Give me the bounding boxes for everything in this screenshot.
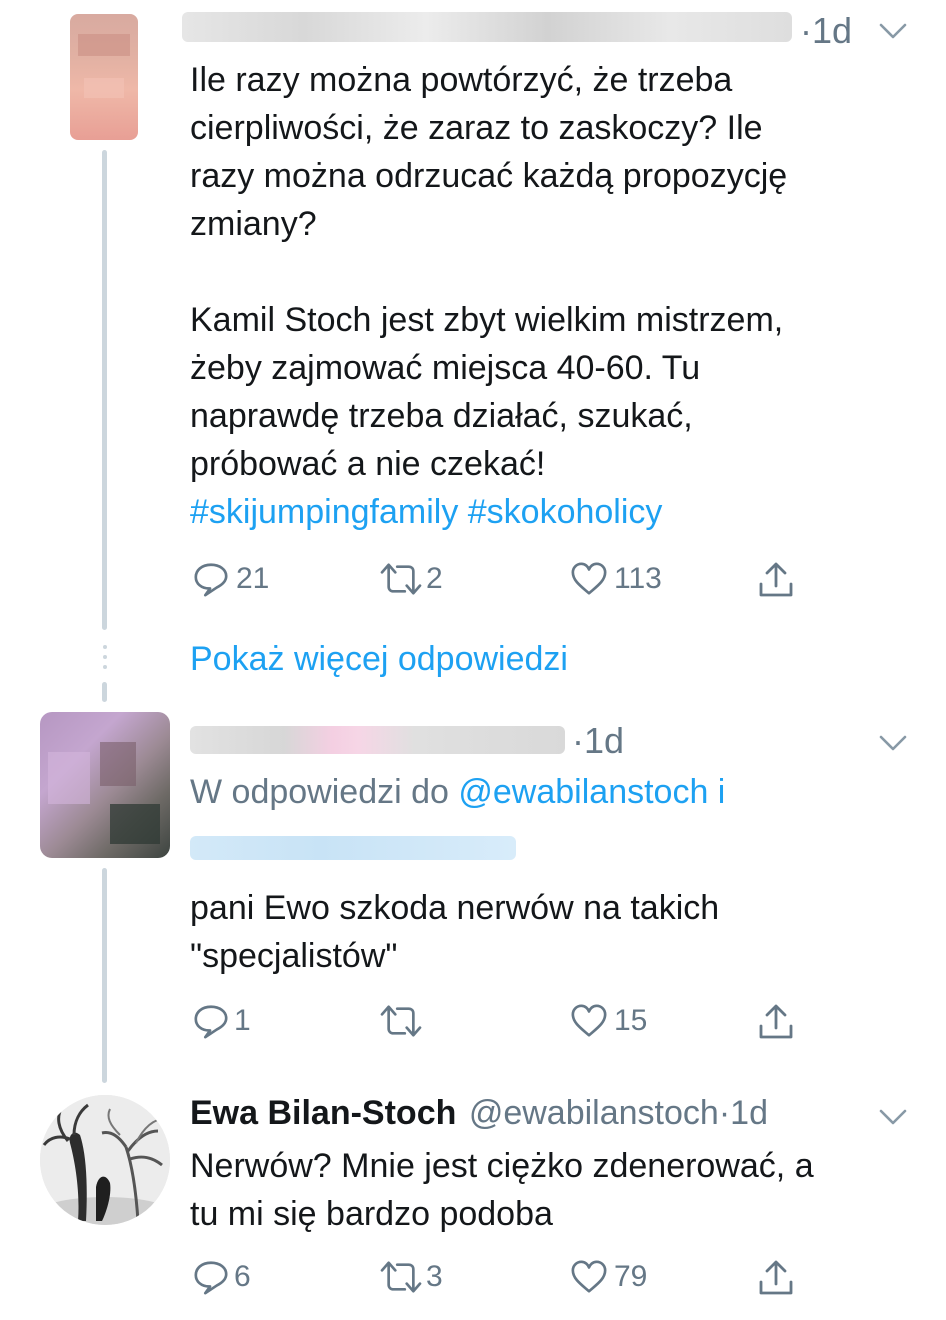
show-more-replies-link[interactable]: Pokaż więcej odpowiedzi (190, 640, 568, 679)
retweet-button[interactable]: 3 (378, 1258, 443, 1296)
author-name[interactable]: Ewa Bilan-Stoch (190, 1094, 456, 1132)
reply-button[interactable]: 21 (192, 560, 269, 598)
reply-count: 21 (236, 562, 270, 595)
avatar[interactable] (40, 712, 170, 858)
share-button[interactable] (756, 1258, 796, 1298)
share-icon (756, 1002, 796, 1042)
reply-button[interactable]: 1 (192, 1002, 251, 1040)
tweet-text: pani Ewo szkoda nerwów na takich "specja… (190, 884, 920, 980)
mentioned-handle-redacted (190, 836, 516, 860)
chevron-down-icon[interactable] (878, 734, 908, 752)
reply-to-handle[interactable]: @ewabilanstoch i (458, 773, 725, 811)
chevron-down-icon[interactable] (878, 1108, 908, 1126)
retweet-icon (378, 1258, 424, 1296)
share-button[interactable] (756, 1002, 796, 1042)
retweet-icon (378, 560, 424, 598)
avatar-image (40, 1095, 170, 1225)
avatar[interactable] (40, 1095, 170, 1225)
avatar[interactable] (70, 14, 138, 140)
share-icon (756, 560, 796, 600)
thread-dots (103, 645, 107, 669)
time-separator: · (718, 1094, 731, 1132)
reply-icon (192, 560, 230, 598)
tweet-time[interactable]: 1d (730, 1094, 768, 1132)
tweet-text: Nerwów? Mnie jest ciężko zdenerować, a t… (190, 1142, 930, 1238)
author-handle[interactable]: @ewabilanstoch (469, 1094, 719, 1132)
thread-line (102, 150, 107, 630)
share-icon (756, 1258, 796, 1298)
tweet-line: Kamil Stoch jest zbyt wielkim mistrzem, (190, 301, 784, 339)
tweet-line: próbować a nie czekać! (190, 445, 546, 483)
like-count: 79 (614, 1260, 648, 1293)
tweet-line: tu mi się bardzo podoba (190, 1195, 553, 1233)
like-icon (570, 560, 608, 598)
thread-line (102, 868, 107, 1083)
tweet-line: Ile razy można powtórzyć, że trzeba (190, 61, 733, 99)
tweet-line: pani Ewo szkoda nerwów na takich (190, 889, 720, 927)
reply-icon (192, 1002, 230, 1040)
tweet-line: naprawdę trzeba działać, szukać, (190, 397, 693, 435)
time-separator: · (800, 10, 812, 51)
author-name-redacted (190, 726, 565, 754)
like-button[interactable]: 113 (570, 560, 662, 598)
reply-count: 6 (234, 1260, 251, 1293)
like-icon (570, 1002, 608, 1040)
time-separator: · (572, 720, 584, 761)
tweet-text: Ile razy można powtórzyć, że trzeba cier… (190, 56, 920, 536)
tweet-line: Nerwów? Mnie jest ciężko zdenerować, a (190, 1147, 814, 1185)
share-button[interactable] (756, 560, 796, 600)
tweet-line: żeby zajmować miejsca 40-60. Tu (190, 349, 701, 387)
hashtags-link[interactable]: #skijumpingfamily #skokoholicy (190, 488, 920, 536)
reply-to-line: W odpowiedzi do @ewabilanstoch i (190, 770, 725, 814)
tweet-time-value: 1d (812, 10, 853, 51)
retweet-count: 2 (426, 562, 443, 595)
retweet-count: 3 (426, 1260, 443, 1293)
tweet-line: razy można odrzucać każdą propozycję (190, 157, 788, 195)
thread-line (102, 682, 107, 702)
tweet-line: "specjalistów" (190, 937, 398, 975)
chevron-down-icon[interactable] (878, 22, 908, 40)
like-icon (570, 1258, 608, 1296)
reply-button[interactable]: 6 (192, 1258, 251, 1296)
author-name-redacted (182, 12, 792, 42)
reply-to-prefix: W odpowiedzi do (190, 773, 449, 811)
tweet-header: Ewa Bilan-Stoch @ewabilanstoch·1d (190, 1094, 768, 1133)
tweet-line (190, 248, 920, 296)
tweet-line: cierpliwości, że zaraz to zaskoczy? Ile (190, 109, 763, 147)
retweet-button[interactable] (378, 1002, 424, 1040)
like-button[interactable]: 79 (570, 1258, 647, 1296)
reply-icon (192, 1258, 230, 1296)
tweet-time-value: 1d (584, 720, 625, 761)
like-count: 15 (614, 1004, 648, 1037)
retweet-icon (378, 1002, 424, 1040)
tweet-time[interactable]: ·1d (800, 10, 852, 52)
like-count: 113 (614, 562, 662, 595)
tweet-line: zmiany? (190, 205, 317, 243)
like-button[interactable]: 15 (570, 1002, 647, 1040)
reply-count: 1 (234, 1004, 251, 1037)
tweet-time[interactable]: ·1d (572, 720, 624, 762)
retweet-button[interactable]: 2 (378, 560, 443, 598)
